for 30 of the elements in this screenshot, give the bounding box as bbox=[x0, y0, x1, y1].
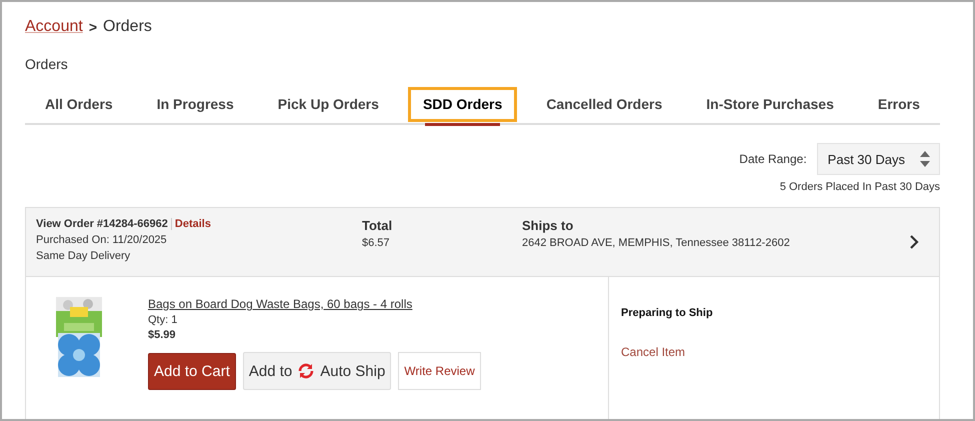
details-link[interactable]: Details bbox=[170, 218, 211, 230]
tab[interactable]: Pick Up Orders bbox=[262, 86, 395, 123]
account-link[interactable]: Account bbox=[25, 18, 83, 36]
breadcrumb-separator: > bbox=[88, 19, 97, 35]
quantity: Qty: 1 bbox=[148, 314, 178, 326]
order-number: View Order #14284-66962 bbox=[36, 218, 168, 230]
tab[interactable]: All Orders bbox=[29, 86, 129, 123]
date-range-select[interactable]: Past 30 Days bbox=[816, 143, 940, 175]
date-range-label: Date Range: bbox=[739, 152, 807, 166]
shipping-address: 2642 BROAD AVE, MEMPHIS, Tennessee 38112-2602 bbox=[522, 237, 791, 249]
tab[interactable]: In Progress bbox=[140, 86, 250, 123]
ships-to-label: Ships to bbox=[522, 218, 574, 233]
product-link[interactable]: Bags on Board Dog Waste Bags, 60 bags - 4 rolls bbox=[148, 297, 481, 311]
page-heading: Orders bbox=[25, 56, 69, 72]
add-to-cart-button[interactable]: Add to Cart bbox=[148, 352, 236, 390]
purchase-date: Purchased On: 11/20/2025 bbox=[36, 234, 168, 246]
tab[interactable]: Cancelled Orders bbox=[530, 86, 678, 123]
breadcrumb-current: Orders bbox=[103, 18, 152, 36]
tab[interactable]: In-Store Purchases bbox=[690, 86, 850, 123]
tab[interactable]: SDD Orders bbox=[406, 86, 518, 123]
cancel-item-link[interactable]: Cancel Item bbox=[621, 345, 686, 359]
orders-count-text: 5 Orders Placed In Past 30 Days bbox=[780, 181, 940, 193]
auto-ship-button[interactable]: Add to Auto Ship bbox=[242, 352, 392, 390]
tab[interactable]: Errors bbox=[862, 86, 936, 123]
delivery-type: Same Day Delivery bbox=[36, 250, 132, 262]
total-label: Total bbox=[362, 218, 394, 233]
order-total: $6.57 bbox=[362, 237, 391, 249]
item-price: $5.99 bbox=[148, 329, 177, 341]
item-status: Preparing to Ship bbox=[621, 307, 714, 319]
write-review-button[interactable]: Write Review bbox=[398, 352, 481, 390]
